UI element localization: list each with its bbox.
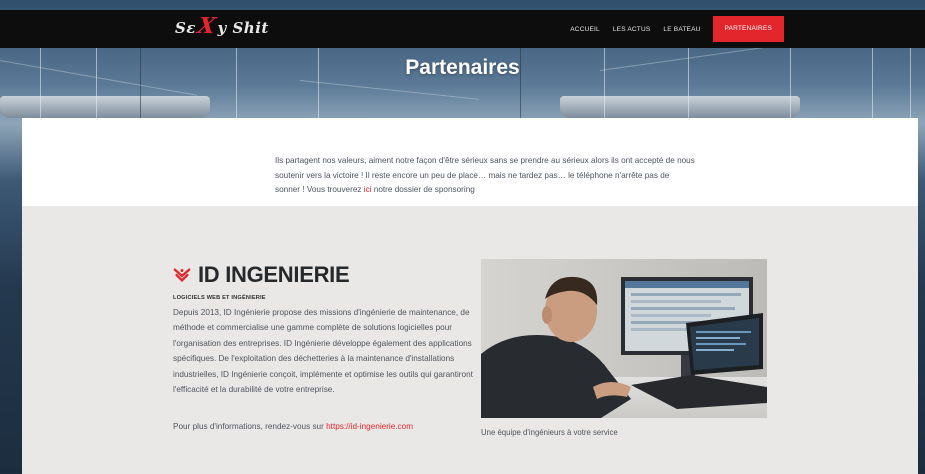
nav-item-partenaires[interactable]: PARTENAIRES [712,16,784,42]
top-navigation-bar: Sɛ Xy Shit ACCUEIL LES ACTUS LE BATEAU PA… [0,10,925,48]
logo-text-right: y Shit [217,19,269,37]
boat-hull [0,96,210,118]
nav-item-accueil[interactable]: ACCUEIL [570,26,600,33]
intro-text: Ils partagent nos valeurs, aiment notre … [275,154,695,198]
site-logo[interactable]: Sɛ Xy Shit [175,13,269,39]
partner-description: Depuis 2013, ID Ingénierie propose des m… [173,308,473,395]
nav-item-le-bateau[interactable]: LE BATEAU [663,26,700,33]
more-info-text: Pour plus d'informations, rendez-vous su… [173,422,327,431]
partner-logo: ID INGENIERIE [173,262,350,288]
photo-caption: Une équipe d'ingénieurs à votre service [481,428,618,437]
partner-subtitle: LOGICIELS WEB ET INGÉNIERIE [173,295,266,301]
main-menu: ACCUEIL LES ACTUS LE BATEAU PARTENAIRES [557,10,784,48]
intro-section: Ils partagent nos valeurs, aiment notre … [22,118,918,206]
partner-website-link[interactable]: https://id-ingenierie.com [326,422,413,431]
page-title: Partenaires [405,56,520,79]
partner-more-info: Pour plus d'informations, rendez-vous su… [173,422,413,431]
logo-x: X [195,13,219,39]
boat-hull [560,96,800,118]
partner-photo [481,259,767,418]
id-ingenierie-logo-icon [173,268,191,283]
partner-name: ID INGENIERIE [198,262,350,287]
partner-section: ID INGENIERIE LOGICIELS WEB ET INGÉNIERI… [22,206,918,474]
nav-item-les-actus[interactable]: LES ACTUS [613,26,651,33]
intro-text-after: notre dossier de sponsoring [371,185,475,194]
rope [299,80,480,100]
logo-text-left: Sɛ [175,19,196,37]
intro-text-before: Ils partagent nos valeurs, aiment notre … [275,156,695,194]
engineer-at-computer-illustration [481,259,767,418]
